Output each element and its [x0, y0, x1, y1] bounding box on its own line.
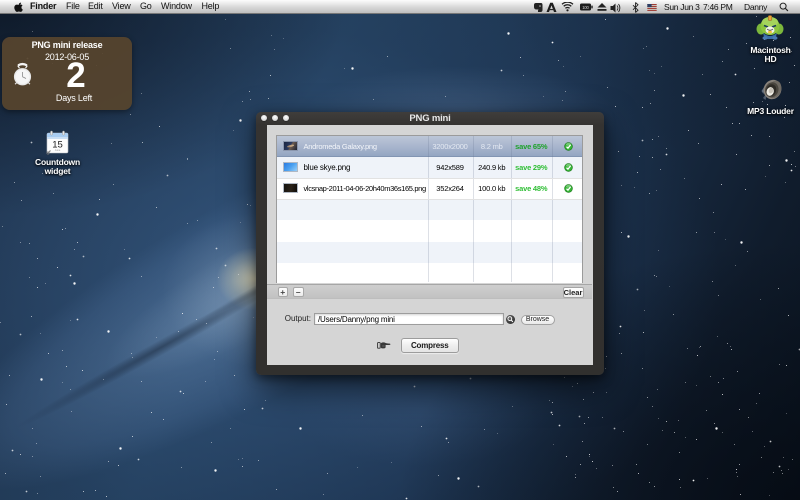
svg-text:100: 100 — [582, 5, 589, 10]
svg-text:June: June — [55, 148, 61, 152]
